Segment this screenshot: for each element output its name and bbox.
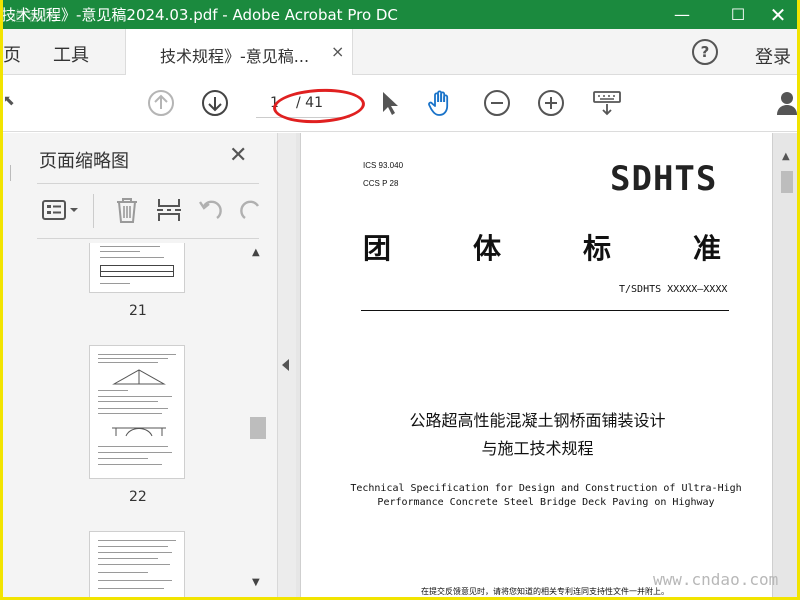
help-icon[interactable]: ?: [692, 39, 718, 65]
title-bar: 技术规程》-意见稿2024.03.pdf - Adobe Acrobat Pro…: [3, 0, 797, 29]
zoom-in-icon[interactable]: [537, 89, 565, 117]
thumbnail-toolbar: [37, 183, 260, 239]
thumbnail-label-22: 22: [129, 489, 147, 505]
title-cn-line1: 公路超高性能混凝土钢桥面铺装设计: [409, 411, 666, 430]
patent-footnote: 在提交反馈意见时，请将您知道的相关专利连同支持性文件一并附上。: [421, 587, 669, 596]
thumbnails-panel: 页面缩略图 ✕ 21 22 ▲ ▼: [3, 133, 278, 597]
ics-code: ICS 93.040: [363, 161, 404, 170]
tab-tools[interactable]: 工具: [53, 41, 89, 67]
toolbar: ⬉ 1 / 41: [3, 75, 797, 132]
standard-char: 准: [693, 232, 722, 265]
thumbnail-scrollbar[interactable]: ▲ ▼: [247, 241, 269, 593]
header-rule: [361, 310, 729, 311]
hand-tool-icon[interactable]: [427, 89, 455, 117]
prev-page-icon[interactable]: [147, 89, 175, 117]
toolbar-divider: [93, 194, 94, 228]
thumbnail-page-23[interactable]: [89, 531, 185, 597]
tab-document[interactable]: 技术规程》-意见稿... ×: [125, 29, 353, 75]
thumbnail-page-22[interactable]: [89, 345, 185, 479]
title-cn-line2: 与施工技术规程: [481, 439, 594, 458]
rotate-ccw-icon[interactable]: [197, 196, 225, 224]
panel-edge-marker: [3, 165, 11, 181]
document-tab-label: 技术规程》-意见稿...: [160, 47, 310, 66]
document-scrollbar[interactable]: ▲: [779, 149, 795, 597]
delete-page-icon[interactable]: [113, 196, 141, 224]
standard-char: 标: [583, 232, 612, 265]
next-page-icon[interactable]: [201, 89, 229, 117]
title-en-line2: Performance Concrete Steel Bridge Deck P…: [377, 497, 715, 508]
scroll-down-icon[interactable]: ▼: [252, 577, 260, 588]
standard-char: 团: [363, 232, 392, 265]
watermark-top: 道客网: [11, 9, 59, 25]
close-window-button[interactable]: ✕: [755, 0, 797, 29]
thumbnail-options-icon[interactable]: [41, 196, 81, 224]
collapse-panel-icon[interactable]: [282, 359, 289, 371]
standard-number: T/SDHTS XXXXX—XXXX: [619, 284, 728, 295]
title-en-line1: Technical Specification for Design and C…: [350, 483, 742, 494]
tab-bar: 页 工具 技术规程》-意见稿... × ? 登录: [3, 29, 797, 75]
doc-scroll-up-icon[interactable]: ▲: [782, 151, 790, 162]
org-abbr: SDHTS: [610, 159, 718, 199]
toolbar-overflow-icon[interactable]: ⬉: [3, 93, 15, 109]
document-view: ICS 93.040 CCS P 28 SDHTS 团 体 标 准 T/SDHT…: [296, 133, 797, 597]
help-glyph: ?: [700, 43, 710, 61]
minimize-button[interactable]: —: [659, 0, 705, 29]
tab-home[interactable]: 页: [3, 41, 21, 67]
rotate-cw-icon[interactable]: [237, 196, 265, 224]
acrobat-window: 技术规程》-意见稿2024.03.pdf - Adobe Acrobat Pro…: [3, 0, 797, 597]
maximize-icon: ☐: [730, 5, 746, 24]
minimize-icon: —: [674, 5, 690, 24]
thumbnail-scroll-thumb[interactable]: [250, 417, 266, 439]
close-panel-button[interactable]: ✕: [229, 143, 247, 168]
scroll-up-icon[interactable]: ▲: [252, 247, 260, 258]
close-tab-button[interactable]: ×: [331, 42, 344, 61]
keyboard-icon[interactable]: [592, 89, 622, 117]
user-icon[interactable]: [775, 89, 797, 117]
login-button[interactable]: 登录: [755, 43, 791, 69]
document-scroll-thumb[interactable]: [781, 171, 793, 193]
window-title: 技术规程》-意见稿2024.03.pdf - Adobe Acrobat Pro…: [3, 6, 398, 24]
select-cursor-icon[interactable]: [375, 89, 403, 117]
panel-splitter[interactable]: [278, 133, 296, 597]
ccs-code: CCS P 28: [363, 179, 399, 188]
thumbnails-title: 页面缩略图: [39, 151, 129, 172]
pdf-page: ICS 93.040 CCS P 28 SDHTS 团 体 标 准 T/SDHT…: [300, 133, 773, 597]
standard-char: 体: [473, 232, 502, 265]
thumbnail-label-21: 21: [129, 303, 147, 319]
zoom-out-icon[interactable]: [483, 89, 511, 117]
thumbnail-page-21[interactable]: [89, 243, 185, 293]
close-icon: ✕: [769, 2, 787, 27]
watermark-bottom: www.cndao.com: [653, 570, 779, 589]
insert-page-icon[interactable]: [155, 196, 183, 224]
